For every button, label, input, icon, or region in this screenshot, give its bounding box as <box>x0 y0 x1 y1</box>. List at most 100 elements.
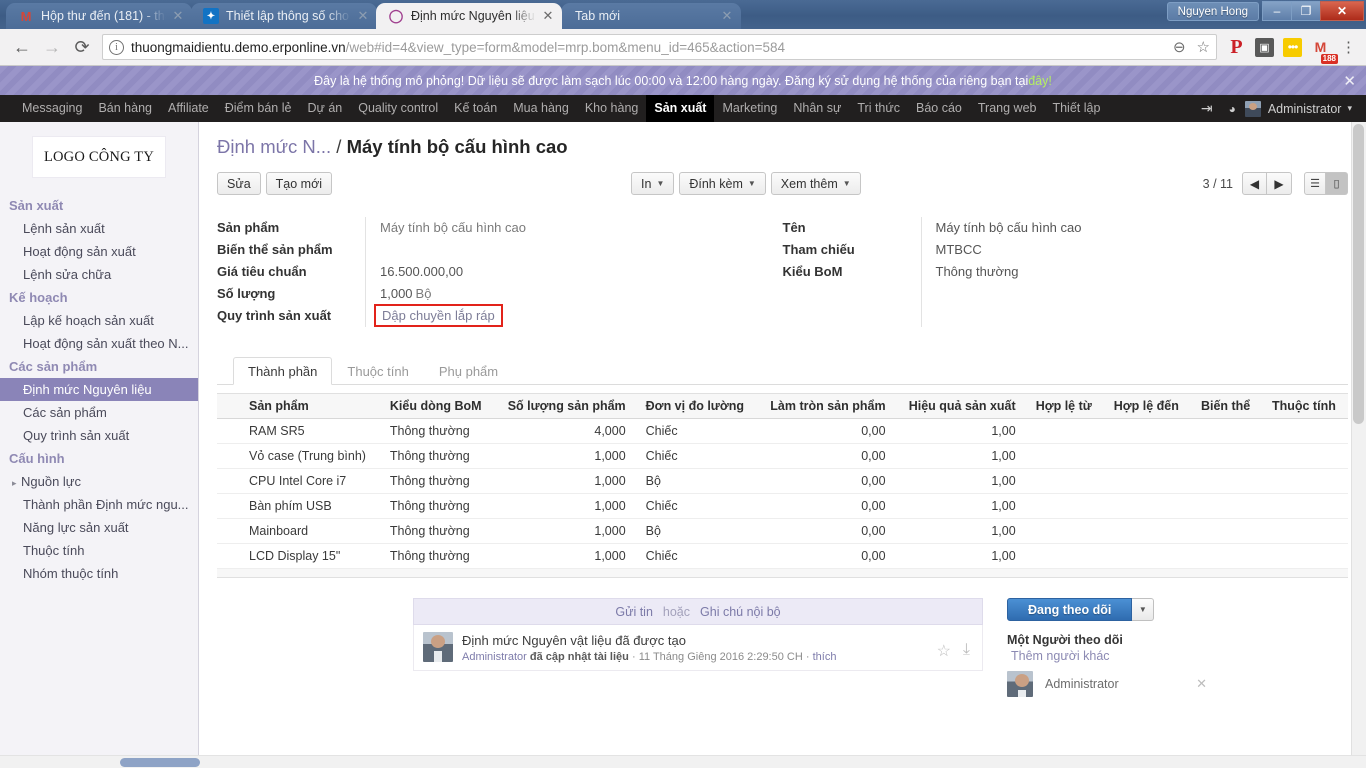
breadcrumb-parent[interactable]: Định mức N... <box>217 136 331 157</box>
more-dropdown[interactable]: Xem thêm ▼ <box>770 172 861 195</box>
sidebar-item-products[interactable]: Các sản phẩm <box>0 401 198 424</box>
browser-tab-settings[interactable]: ✦ Thiết lập thông số cho N ✕ <box>191 3 377 29</box>
browser-tab-bom[interactable]: ◯ Định mức Nguyên liệu - ( ✕ <box>376 3 562 29</box>
like-link[interactable]: thích <box>813 651 837 663</box>
next-record-button[interactable]: ▶ <box>1267 172 1292 195</box>
close-icon[interactable]: ✕ <box>170 8 186 24</box>
menu-item-warehouse[interactable]: Kho hàng <box>577 95 647 122</box>
banner-link[interactable]: đây! <box>1028 74 1052 88</box>
col-bom-line-type[interactable]: Kiểu dòng BoM <box>379 393 495 419</box>
internal-note-button[interactable]: Ghi chú nội bộ <box>700 605 781 619</box>
menu-item-accounting[interactable]: Kế toán <box>446 95 505 122</box>
reload-icon[interactable]: ⟳ <box>68 33 96 61</box>
close-icon[interactable]: ✕ <box>719 8 735 24</box>
scrollbar-thumb[interactable] <box>1353 124 1364 424</box>
minimize-button[interactable]: – <box>1262 1 1292 21</box>
tab-attributes[interactable]: Thuộc tính <box>332 357 423 385</box>
previous-record-button[interactable]: ◀ <box>1242 172 1267 195</box>
table-row[interactable]: Mainboard Thông thường 1,000 Bộ 0,00 1,0… <box>217 518 1348 544</box>
menu-item-affiliate[interactable]: Affiliate <box>160 95 217 122</box>
menu-item-website[interactable]: Trang web <box>970 95 1045 122</box>
close-icon[interactable]: ✕ <box>355 8 371 24</box>
table-row[interactable]: CPU Intel Core i7 Thông thường 1,000 Bộ … <box>217 468 1348 494</box>
menu-item-project[interactable]: Dự án <box>299 95 350 122</box>
col-product[interactable]: Sản phẩm <box>217 393 380 419</box>
menu-item-purchase[interactable]: Mua hàng <box>505 95 577 122</box>
zoom-icon[interactable]: ⊖ <box>1173 38 1186 56</box>
attachment-dropdown[interactable]: Đính kèm ▼ <box>679 172 766 195</box>
gmail-icon[interactable]: M 188 <box>1311 38 1338 64</box>
col-valid-until[interactable]: Hợp lệ đến <box>1103 393 1191 419</box>
create-button[interactable]: Tạo mới <box>265 172 333 195</box>
form-view-icon[interactable]: ▯ <box>1326 172 1348 195</box>
close-icon[interactable]: ✕ <box>540 8 556 24</box>
message-author[interactable]: Administrator <box>462 651 527 663</box>
send-message-button[interactable]: Gửi tin <box>615 605 653 619</box>
col-manufacturing-efficiency[interactable]: Hiệu quả sản xuất <box>895 393 1026 419</box>
close-button[interactable]: ✕ <box>1320 1 1364 21</box>
sidebar-item-repair-orders[interactable]: Lệnh sửa chữa <box>0 263 198 286</box>
menu-item-sales[interactable]: Bán hàng <box>90 95 160 122</box>
col-uom[interactable]: Đơn vị đo lường <box>635 393 757 419</box>
bookmark-star-icon[interactable]: ☆ <box>1197 38 1210 56</box>
menu-item-knowledge[interactable]: Tri thức <box>849 95 908 122</box>
table-row[interactable]: Bàn phím USB Thông thường 1,000 Chiếc 0,… <box>217 493 1348 519</box>
menu-item-messaging[interactable]: Messaging <box>14 95 90 122</box>
field-value-product[interactable]: Máy tính bộ cấu hình cao <box>380 217 783 239</box>
sidebar-item-resources[interactable]: ▸ Nguồn lực <box>0 470 198 493</box>
site-info-icon[interactable]: i <box>109 39 124 55</box>
chat-icon[interactable]: ◕ <box>1222 102 1243 116</box>
sidebar-item-bill-of-materials[interactable]: Định mức Nguyên liệu <box>0 378 198 401</box>
star-icon[interactable]: ☆ <box>937 641 951 661</box>
menu-item-settings[interactable]: Thiết lập <box>1044 95 1108 122</box>
menu-item-pos[interactable]: Điểm bán lẻ <box>217 95 300 122</box>
sidebar-item-work-centers[interactable]: Năng lực sản xuất <box>0 516 198 539</box>
sidebar-item-work-by-resource[interactable]: Hoạt động sản xuất theo N... <box>0 332 198 355</box>
pocket-icon[interactable]: ▣ <box>1255 37 1274 57</box>
menu-item-marketing[interactable]: Marketing <box>714 95 785 122</box>
sidebar-item-bom-components[interactable]: Thành phần Định mức ngu... <box>0 493 198 516</box>
col-variant[interactable]: Biến thể <box>1190 393 1262 419</box>
address-bar[interactable]: i thuongmaidientu.demo.erponline.vn /web… <box>102 34 1217 60</box>
add-followers-link[interactable]: Thêm người khác <box>1007 649 1207 663</box>
col-valid-from[interactable]: Hợp lệ từ <box>1025 393 1104 419</box>
table-row[interactable]: RAM SR5 Thông thường 4,000 Chiếc 0,00 1,… <box>217 418 1348 444</box>
menu-item-manufacturing[interactable]: Sản xuất <box>646 95 715 122</box>
menu-item-reports[interactable]: Báo cáo <box>908 95 970 122</box>
menu-item-hr[interactable]: Nhân sự <box>785 95 849 122</box>
forward-icon[interactable]: → <box>38 33 66 61</box>
logout-icon[interactable]: ⇥ <box>1194 100 1220 117</box>
sidebar-item-work-orders[interactable]: Hoạt động sản xuất <box>0 240 198 263</box>
field-value-product-variant[interactable] <box>380 239 783 261</box>
tab-byproducts[interactable]: Phụ phẩm <box>424 357 513 385</box>
back-icon[interactable]: ← <box>8 33 36 61</box>
browser-tab-new[interactable]: Tab mới ✕ <box>561 3 741 29</box>
col-product-rounding[interactable]: Làm tròn sản phẩm <box>756 393 896 419</box>
print-dropdown[interactable]: In ▼ <box>631 172 675 195</box>
following-button[interactable]: Đang theo dõi <box>1007 598 1133 621</box>
close-icon[interactable]: ✕ <box>1343 72 1356 90</box>
pinterest-icon[interactable]: P <box>1227 36 1246 58</box>
notes-icon[interactable]: ••• <box>1283 37 1302 57</box>
maximize-button[interactable]: ❐ <box>1291 1 1321 21</box>
menu-item-quality-control[interactable]: Quality control <box>350 95 446 122</box>
windows-user-badge[interactable]: Nguyen Hong <box>1166 1 1259 21</box>
sidebar-item-attribute-groups[interactable]: Nhóm thuộc tính <box>0 562 198 585</box>
tab-components[interactable]: Thành phần <box>233 357 333 385</box>
vertical-scrollbar[interactable] <box>1351 122 1366 768</box>
list-view-icon[interactable]: ☰ <box>1304 172 1326 195</box>
sidebar-item-schedulers[interactable]: Lập kế hoạch sản xuất <box>0 309 198 332</box>
horizontal-scrollbar[interactable] <box>0 755 1366 768</box>
col-attributes[interactable]: Thuộc tính <box>1261 393 1348 419</box>
scrollbar-thumb[interactable] <box>120 758 200 767</box>
table-row[interactable]: Vỏ case (Trung bình) Thông thường 1,000 … <box>217 443 1348 469</box>
sidebar-item-manufacturing-orders[interactable]: Lệnh sản xuất <box>0 217 198 240</box>
user-menu-label[interactable]: Administrator <box>1268 102 1346 116</box>
chevron-down-icon[interactable]: ▾ <box>1347 103 1356 114</box>
chrome-menu-icon[interactable]: ⋮ <box>1339 38 1358 57</box>
sidebar-item-routings[interactable]: Quy trình sản xuất <box>0 424 198 447</box>
sidebar-item-attributes[interactable]: Thuộc tính <box>0 539 198 562</box>
download-icon[interactable]: ⤓ <box>963 641 970 661</box>
col-product-quantity[interactable]: Số lượng sản phẩm <box>494 393 636 419</box>
field-value-routing[interactable]: Dập chuyền lắp ráp <box>374 304 503 327</box>
